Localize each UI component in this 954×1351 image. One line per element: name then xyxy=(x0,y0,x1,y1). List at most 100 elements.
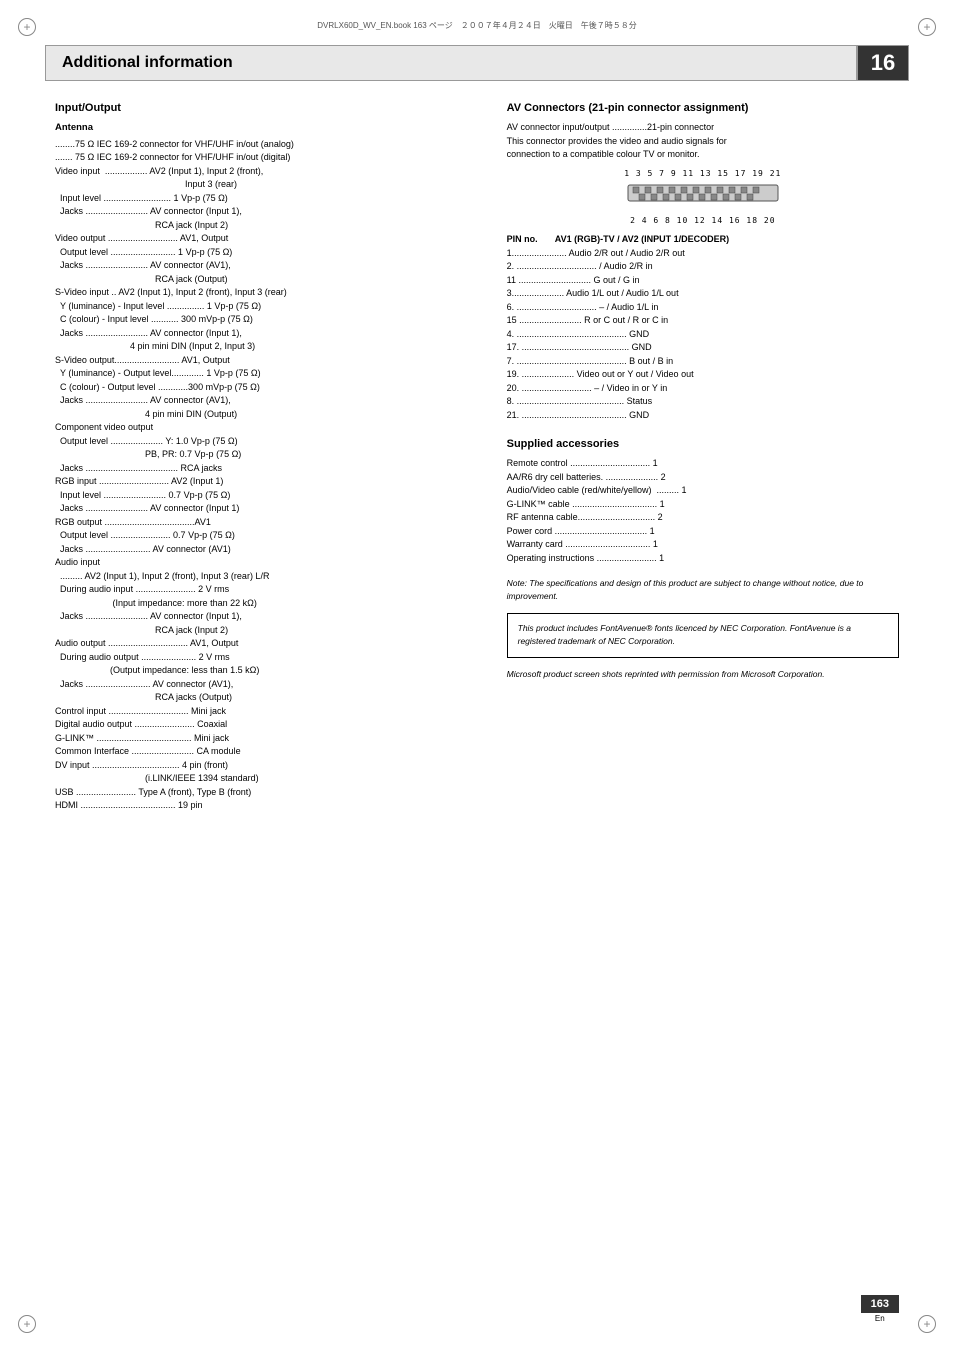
spec-line: Jacks ......................... AV conne… xyxy=(55,205,487,219)
pin-list-item: 20. ............................ – / Vid… xyxy=(507,382,899,396)
page-number-box: 163 xyxy=(861,1295,899,1313)
spec-line: During audio input .....................… xyxy=(55,583,487,597)
spec-line: Jacks ......................... AV conne… xyxy=(55,394,487,408)
pin-list-item: 15 ......................... R or C out … xyxy=(507,314,899,328)
pin-list-item: 2. ................................ / Au… xyxy=(507,260,899,274)
spec-line: S-Video output..........................… xyxy=(55,354,487,368)
note-text: Note: The specifications and design of t… xyxy=(507,577,899,603)
pin-list-item: 3..................... Audio 1/L out / A… xyxy=(507,287,899,301)
spec-line: ....... 75 Ω IEC 169-2 connector for VHF… xyxy=(55,151,487,165)
reg-mark-bl xyxy=(18,1315,36,1333)
page-lang: En xyxy=(875,1314,885,1323)
pin-list-container: 1...................... Audio 2/R out / … xyxy=(507,247,899,423)
spec-line: ......... AV2 (Input 1), Input 2 (front)… xyxy=(55,570,487,584)
reg-mark-tl xyxy=(18,18,36,36)
spec-line: Audio input xyxy=(55,556,487,570)
spec-line: G-LINK™ ................................… xyxy=(55,732,487,746)
supplied-accessories-title: Supplied accessories xyxy=(507,436,899,453)
av-intro-2: This connector provides the video and au… xyxy=(507,135,899,149)
av-diagram: 1 3 5 7 9 11 13 15 17 19 21 xyxy=(507,168,899,228)
spec-line: Y (luminance) - Output level............… xyxy=(55,367,487,381)
accessory-item: RF antenna cable........................… xyxy=(507,511,899,525)
spec-line: Input level ......................... 0.… xyxy=(55,489,487,503)
spec-line: ........75 Ω IEC 169-2 connector for VHF… xyxy=(55,138,487,152)
spec-line: Control input ..........................… xyxy=(55,705,487,719)
accessories-container: Remote control .........................… xyxy=(507,457,899,565)
page-number-area: 163 En xyxy=(861,1295,899,1323)
pin-list-item: 11 ............................. G out /… xyxy=(507,274,899,288)
spec-line: During audio output ....................… xyxy=(55,651,487,665)
spec-line: RCA jack (Input 2) xyxy=(55,219,487,233)
pin-top-numbers: 1 3 5 7 9 11 13 15 17 19 21 xyxy=(507,168,899,180)
accessory-item: Operating instructions .................… xyxy=(507,552,899,566)
pin-list-item: 1...................... Audio 2/R out / … xyxy=(507,247,899,261)
chapter-title: Additional information xyxy=(45,45,857,81)
spec-line: (Input impedance: more than 22 kΩ) xyxy=(55,597,487,611)
spec-line: Jacks ......................... AV conne… xyxy=(55,259,487,273)
spec-line: Output level ........................ 0.… xyxy=(55,529,487,543)
spec-line: Digital audio output ...................… xyxy=(55,718,487,732)
spec-line: Jacks .......................... AV conn… xyxy=(55,678,487,692)
spec-line: (Output impedance: less than 1.5 kΩ) xyxy=(55,664,487,678)
spec-line: RCA jack (Input 2) xyxy=(55,624,487,638)
accessory-item: G-LINK™ cable ..........................… xyxy=(507,498,899,512)
spec-line: Output level ..................... Y: 1.… xyxy=(55,435,487,449)
spec-lines-container: ........75 Ω IEC 169-2 connector for VHF… xyxy=(55,138,487,813)
microsoft-note: Microsoft product screen shots reprinted… xyxy=(507,668,899,681)
pin-list-item: 19. ..................... Video out or Y… xyxy=(507,368,899,382)
spec-line: Input 3 (rear) xyxy=(55,178,487,192)
spec-line: Jacks .......................... AV conn… xyxy=(55,543,487,557)
spec-line: RCA jacks (Output) xyxy=(55,691,487,705)
pin-list-item: 6. ................................ – / … xyxy=(507,301,899,315)
chapter-number: 16 xyxy=(857,45,909,81)
accessory-item: AA/R6 dry cell batteries. ..............… xyxy=(507,471,899,485)
spec-line: Jacks ..................................… xyxy=(55,462,487,476)
spec-line: HDMI ...................................… xyxy=(55,799,487,813)
notice-box: This product includes FontAvenue® fonts … xyxy=(507,613,899,658)
spec-line: Audio output ...........................… xyxy=(55,637,487,651)
spec-line: Jacks ......................... AV conne… xyxy=(55,327,487,341)
antenna-label: Antenna xyxy=(55,121,487,136)
spec-line: 4 pin mini DIN (Output) xyxy=(55,408,487,422)
content-area: Input/Output Antenna ........75 Ω IEC 16… xyxy=(55,100,899,1296)
spec-line: Input level ........................... … xyxy=(55,192,487,206)
spec-line: Video output ...........................… xyxy=(55,232,487,246)
pin-list-item: 4. .....................................… xyxy=(507,328,899,342)
file-info: DVRLX60D_WV_EN.book 163 ページ ２００７年４月２４日 火… xyxy=(60,20,894,31)
spec-line: C (colour) - Output level ............30… xyxy=(55,381,487,395)
header-bar: Additional information 16 xyxy=(45,45,909,81)
spec-line: Output level .......................... … xyxy=(55,246,487,260)
input-output-title: Input/Output xyxy=(55,100,487,117)
spec-line: Y (luminance) - Input level ............… xyxy=(55,300,487,314)
spec-line: Common Interface .......................… xyxy=(55,745,487,759)
spec-line: C (colour) - Input level ........... 300… xyxy=(55,313,487,327)
av-intro-3: connection to a compatible colour TV or … xyxy=(507,148,899,162)
supplied-accessories-section: Supplied accessories Remote control ....… xyxy=(507,436,899,565)
spec-line: DV input ...............................… xyxy=(55,759,487,773)
spec-line: RGB input ............................ A… xyxy=(55,475,487,489)
spec-line: PB, PR: 0.7 Vp-p (75 Ω) xyxy=(55,448,487,462)
spec-line: Jacks ......................... AV conne… xyxy=(55,610,487,624)
spec-line: Video input ................. AV2 (Input… xyxy=(55,165,487,179)
pin-list-item: 7. .....................................… xyxy=(507,355,899,369)
pin-list-item: 8. .....................................… xyxy=(507,395,899,409)
reg-mark-tr xyxy=(918,18,936,36)
pin-list-item: 17. ....................................… xyxy=(507,341,899,355)
av-intro-1: AV connector input/output ..............… xyxy=(507,121,899,135)
spec-line: Component video output xyxy=(55,421,487,435)
accessory-item: Remote control .........................… xyxy=(507,457,899,471)
spec-line: Jacks ......................... AV conne… xyxy=(55,502,487,516)
av-connectors-title: AV Connectors (21-pin connector assignme… xyxy=(507,100,899,117)
pin-header: PIN no. AV1 (RGB)-TV / AV2 (INPUT 1/DECO… xyxy=(507,233,899,247)
accessory-item: Warranty card ..........................… xyxy=(507,538,899,552)
connector-graphic xyxy=(507,181,899,214)
accessory-item: Audio/Video cable (red/white/yellow) ...… xyxy=(507,484,899,498)
spec-line: S-Video input .. AV2 (Input 1), Input 2 … xyxy=(55,286,487,300)
spec-line: RGB output .............................… xyxy=(55,516,487,530)
right-column: AV Connectors (21-pin connector assignme… xyxy=(507,100,899,1296)
pin-list-item: 21. ....................................… xyxy=(507,409,899,423)
spec-line: USB ........................ Type A (fro… xyxy=(55,786,487,800)
spec-line: RCA jack (Output) xyxy=(55,273,487,287)
pin-bottom-numbers: 2 4 6 8 10 12 14 16 18 20 xyxy=(507,215,899,227)
spec-line: 4 pin mini DIN (Input 2, Input 3) xyxy=(55,340,487,354)
